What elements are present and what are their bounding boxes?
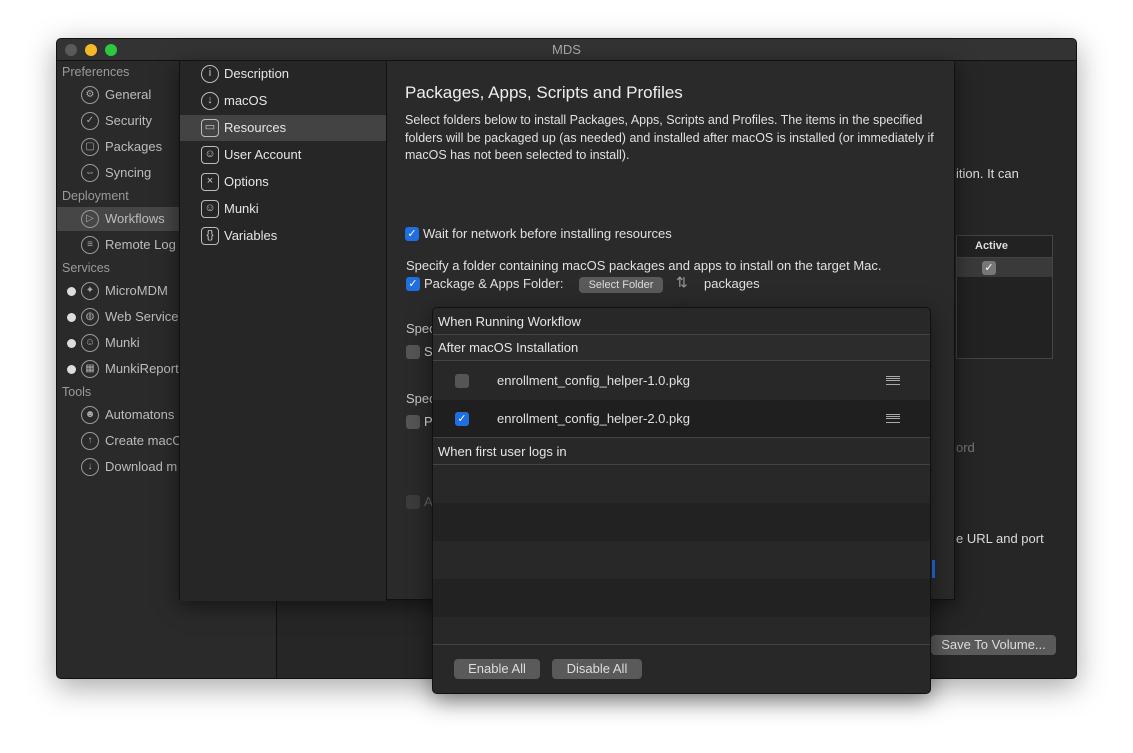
- empty-row: [433, 579, 930, 617]
- save-to-volume-button[interactable]: Save To Volume...: [931, 635, 1056, 655]
- minimize-button[interactable]: [85, 44, 97, 56]
- sidebar-item-label: Munki: [105, 335, 140, 350]
- empty-row: [433, 503, 930, 541]
- sidebar-item-label: Packages: [105, 139, 163, 154]
- package-name: enrollment_config_helper-2.0.pkg: [497, 411, 690, 426]
- pkg-folder-checkbox[interactable]: ✓: [406, 277, 420, 291]
- section-item-label: Options: [224, 174, 269, 189]
- primary-button-edge[interactable]: [932, 560, 935, 578]
- sort-arrows-icon[interactable]: ⇅: [676, 274, 688, 291]
- disable-all-button[interactable]: Disable All: [552, 659, 642, 679]
- robot-icon: ☻: [81, 406, 99, 424]
- sidebar-item-label: Download m: [105, 459, 178, 474]
- select-folder-button[interactable]: Select Folder: [579, 277, 663, 293]
- section-item-label: Description: [224, 66, 290, 81]
- section-title: Packages, Apps, Scripts and Profiles: [405, 83, 683, 102]
- sidebar-item-label: Automatons: [105, 407, 175, 422]
- divider: [433, 644, 930, 645]
- wait-network-label: Wait for network before installing resou…: [423, 226, 672, 241]
- drag-handle-icon[interactable]: [886, 376, 900, 385]
- section-item-resources[interactable]: ▭ Resources: [180, 115, 386, 141]
- scripts-checkbox[interactable]: [406, 345, 420, 359]
- background-text: ord: [956, 440, 975, 455]
- popover-title: When Running Workflow: [433, 308, 930, 335]
- section-item-variables[interactable]: {} Variables: [180, 223, 386, 249]
- braces-icon: {}: [201, 227, 219, 245]
- enable-all-button[interactable]: Enable All: [454, 659, 540, 679]
- wait-network-checkbox[interactable]: ✓: [405, 227, 419, 241]
- column-header-active: Active: [957, 236, 1052, 258]
- message-icon: ≡: [81, 236, 99, 254]
- disabled-checkbox[interactable]: [406, 495, 420, 509]
- sidebar-item-label: MunkiReport: [105, 361, 179, 376]
- section-item-munki[interactable]: ☺ Munki: [180, 196, 386, 222]
- sidebar-section-header: Preferences: [62, 65, 130, 79]
- section-item-options[interactable]: × Options: [180, 169, 386, 195]
- section-item-label: Munki: [224, 201, 259, 216]
- sidebar-section-header: Services: [62, 261, 110, 275]
- shield-check-icon: ✓: [81, 112, 99, 130]
- download-icon: ↓: [81, 458, 99, 476]
- section-item-label: macOS: [224, 93, 268, 108]
- background-table: Active ✓: [956, 235, 1053, 359]
- package-checkbox[interactable]: [455, 374, 469, 388]
- sidebar-item-label: General: [105, 87, 152, 102]
- section-after-install: After macOS Installation: [433, 335, 930, 361]
- section-first-login: When first user logs in: [433, 437, 930, 465]
- globe-icon: ◍: [81, 308, 99, 326]
- munkireport-icon: ▦: [81, 360, 99, 378]
- table-row[interactable]: ✓: [957, 258, 1052, 277]
- munki-icon: ☺: [201, 200, 219, 218]
- close-button[interactable]: [65, 44, 77, 56]
- package-checkbox[interactable]: ✓: [455, 412, 469, 426]
- profiles-checkbox[interactable]: [406, 415, 420, 429]
- options-icon: ×: [201, 173, 219, 191]
- section-item-macos[interactable]: ↓ macOS: [180, 88, 386, 114]
- info-icon: i: [201, 65, 219, 83]
- title-bar: MDS: [57, 39, 1076, 61]
- sidebar-item-label: Syncing: [105, 165, 152, 180]
- drag-handle-icon[interactable]: [886, 414, 900, 423]
- package-row[interactable]: enrollment_config_helper-1.0.pkg: [433, 362, 930, 400]
- section-item-user-account[interactable]: ☺ User Account: [180, 142, 386, 168]
- sidebar-item-label: Security: [105, 113, 152, 128]
- sidebar-section-header: Deployment: [62, 189, 129, 203]
- status-dot: [67, 365, 76, 374]
- status-dot: [67, 339, 76, 348]
- status-dot: [67, 287, 76, 296]
- sidebar-item-label: MicroMDM: [105, 283, 168, 298]
- briefcase-icon: ▭: [201, 119, 219, 137]
- user-icon: ☺: [201, 146, 219, 164]
- gear-icon: ⚙: [81, 86, 99, 104]
- pkg-description: Specify a folder containing macOS packag…: [406, 258, 882, 273]
- section-item-label: User Account: [224, 147, 302, 162]
- background-text: ition. It can: [956, 166, 1019, 181]
- package-name: enrollment_config_helper-1.0.pkg: [497, 373, 690, 388]
- sidebar-item-label: Web Service: [105, 309, 179, 324]
- sidebar-item-label: Remote Log: [105, 237, 176, 252]
- background-text: e URL and port: [956, 531, 1044, 546]
- section-item-label: Variables: [224, 228, 278, 243]
- macos-install-icon: ↓: [201, 92, 219, 110]
- box-icon: ▢: [81, 138, 99, 156]
- active-checkbox[interactable]: ✓: [982, 261, 996, 275]
- status-dot: [67, 313, 76, 322]
- pkg-folder-label: Package & Apps Folder:: [424, 276, 564, 291]
- section-item-label: Resources: [224, 120, 287, 135]
- section-description: Select folders below to install Packages…: [405, 113, 934, 162]
- zoom-button[interactable]: [105, 44, 117, 56]
- munki-icon: ☺: [81, 334, 99, 352]
- pkg-folder-path[interactable]: packages: [704, 276, 760, 291]
- sidebar-item-label: Workflows: [105, 211, 165, 226]
- sync-icon: ⇔: [81, 164, 99, 182]
- window-title: MDS: [552, 42, 581, 57]
- section-item-description[interactable]: i Description: [180, 61, 386, 87]
- sheet-section-list: i Description ↓ macOS ▭ Resources ☺ User Accoun…: [180, 61, 387, 601]
- upload-icon: ↑: [81, 432, 99, 450]
- package-row[interactable]: ✓ enrollment_config_helper-2.0.pkg: [433, 400, 930, 438]
- package-order-popover: When Running Workflow After macOS Instal…: [432, 307, 931, 694]
- play-icon: ▷: [81, 210, 99, 228]
- sidebar-section-header: Tools: [62, 385, 92, 399]
- micromdm-icon: ✦: [81, 282, 99, 300]
